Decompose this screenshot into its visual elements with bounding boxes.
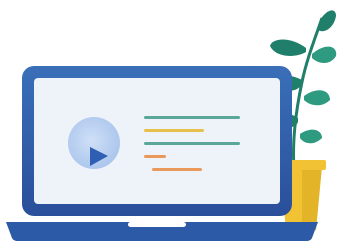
content-line <box>144 129 204 132</box>
content-line <box>144 142 240 145</box>
plant-leaf <box>270 39 306 56</box>
laptop <box>6 66 318 241</box>
content-line <box>152 168 202 171</box>
laptop-trackpad-notch <box>128 222 186 227</box>
plant-leaf <box>304 90 330 106</box>
plant-leaf <box>318 10 336 32</box>
content-line <box>144 155 166 158</box>
plant-leaf <box>300 129 322 144</box>
content-line <box>144 116 240 119</box>
plant-leaf <box>312 46 337 63</box>
plant-pot-shade <box>302 166 322 230</box>
laptop-video-illustration <box>6 10 337 241</box>
